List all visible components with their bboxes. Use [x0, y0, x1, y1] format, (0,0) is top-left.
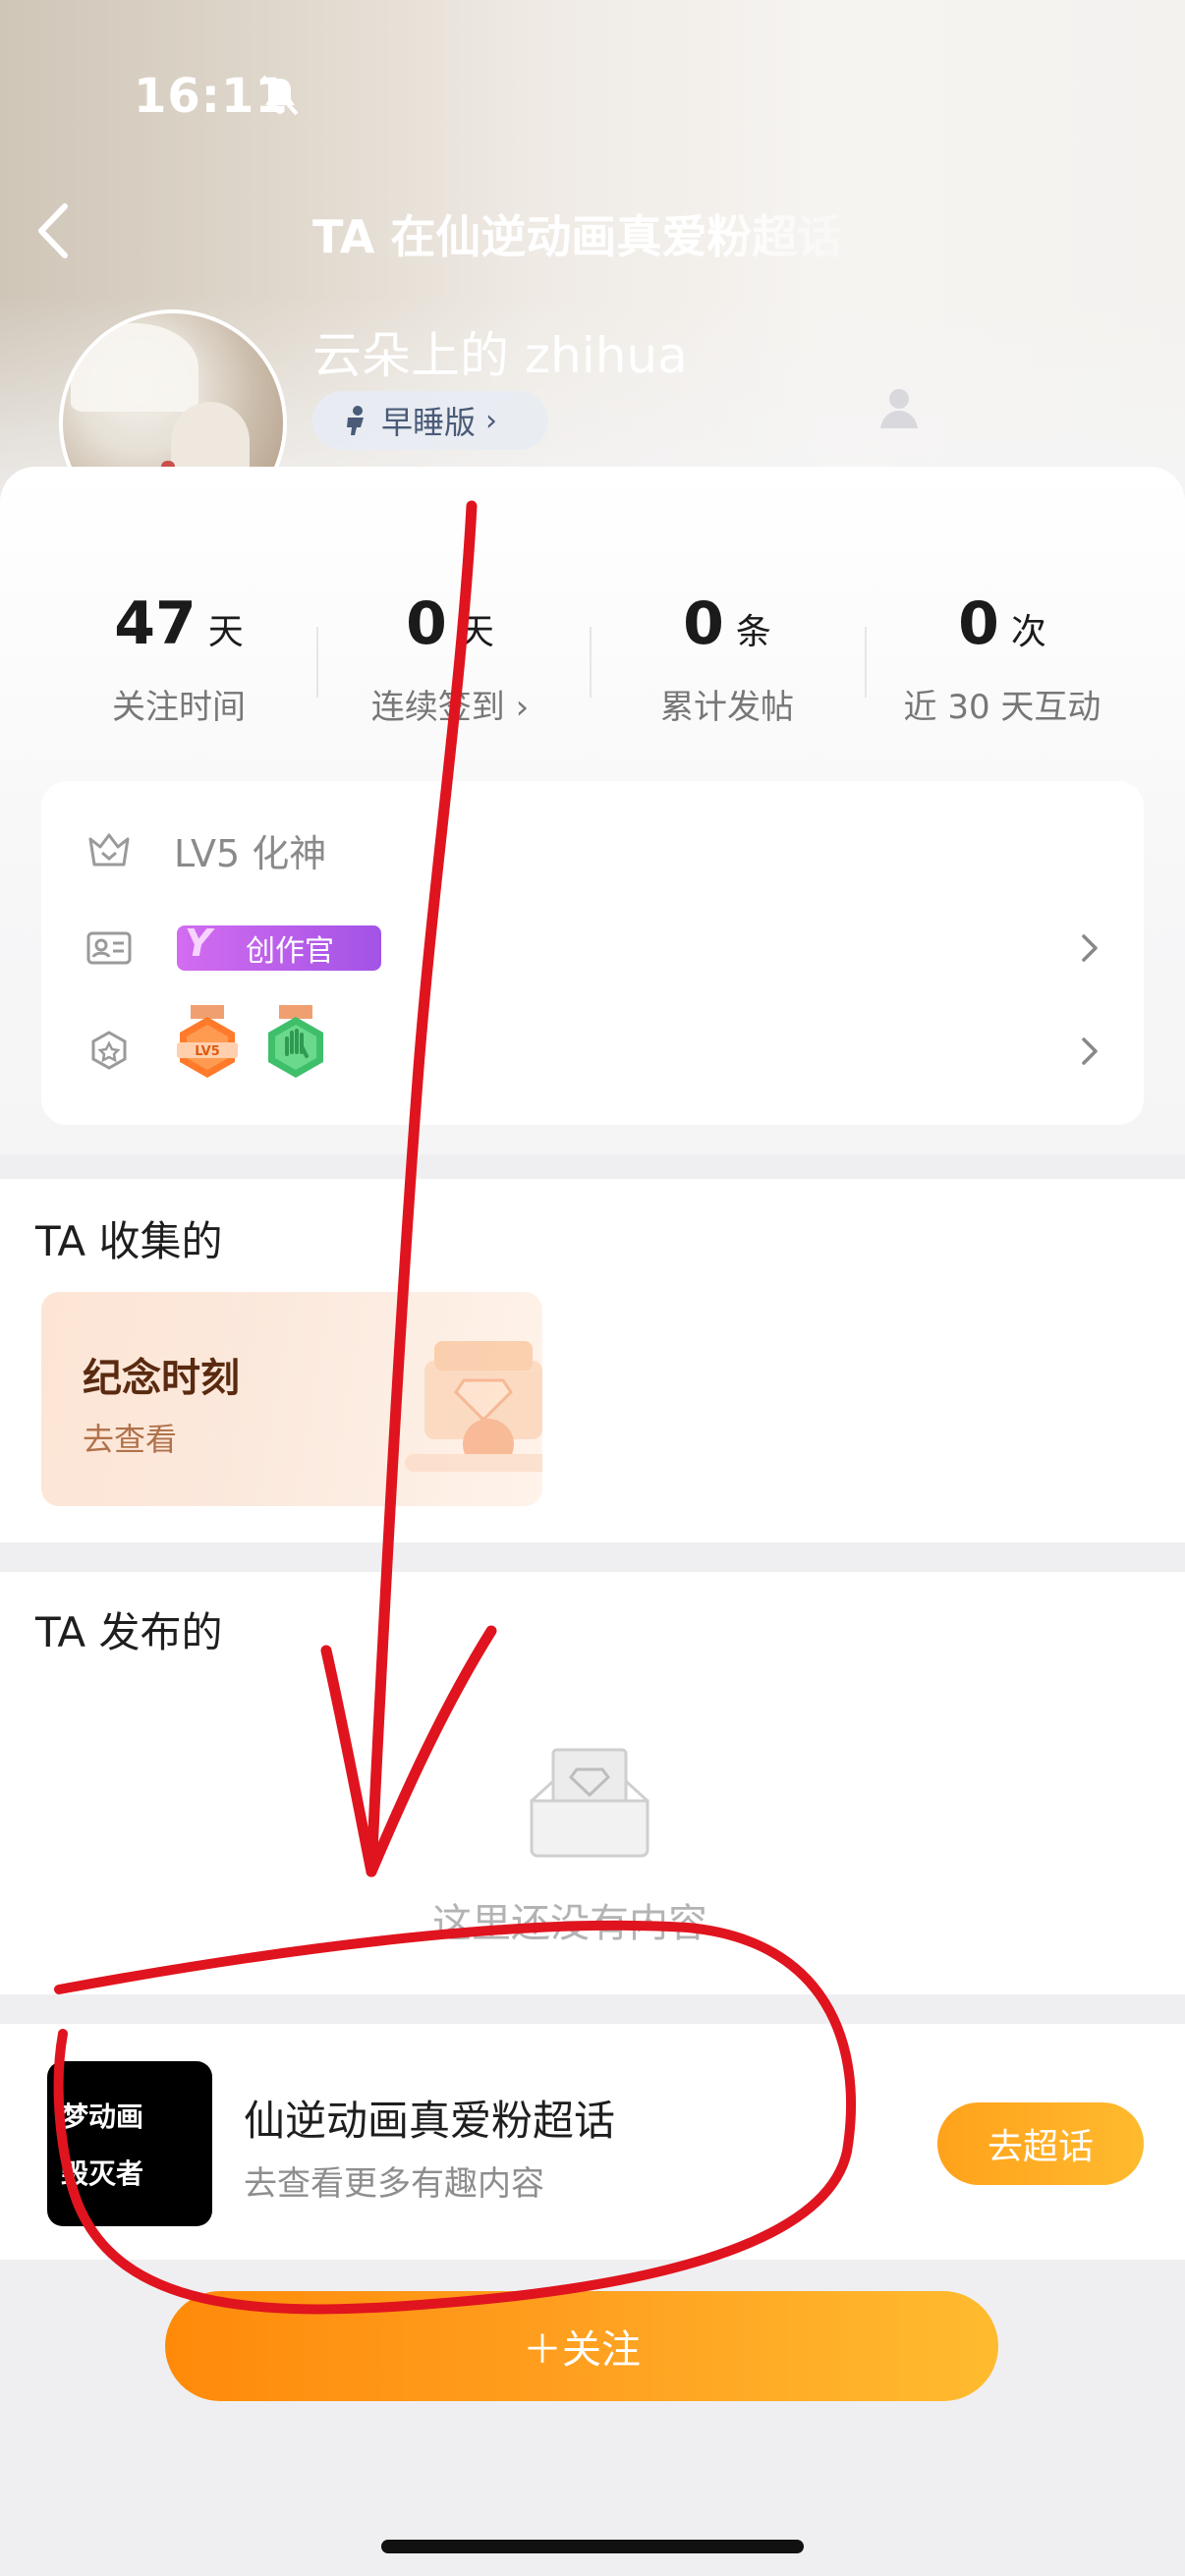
avatar-umbrella-art	[71, 323, 198, 412]
stat-label: 关注时间	[112, 688, 246, 727]
stat-value: 47	[114, 589, 197, 658]
gift-box-icon	[405, 1341, 542, 1472]
stat-checkin-streak[interactable]: 0天 连续签到 ›	[312, 589, 588, 728]
topic-thumbnail-line: 梦动画	[61, 2100, 144, 2133]
level-text: LV5 化神	[174, 831, 327, 875]
stat-unit: 条	[735, 612, 771, 652]
sleep-figure-icon	[347, 406, 364, 435]
topic-name: 仙逆动画真爱粉超话	[244, 2097, 616, 2145]
stat-value: 0	[406, 589, 447, 658]
bell-muted-icon	[261, 75, 299, 116]
stat-follow-days: 47 天 关注时间	[41, 589, 316, 728]
memorial-card[interactable]: 纪念时刻 去查看	[41, 1292, 542, 1506]
stat-label: 累计发帖	[660, 688, 794, 727]
home-indicator	[381, 2540, 804, 2553]
chevron-right-icon	[1082, 1037, 1098, 1065]
level-medal-icon: LV5	[177, 1005, 238, 1078]
go-topic-button[interactable]: 去超话	[937, 2102, 1144, 2185]
status-chip-label: 早睡版	[381, 404, 477, 441]
collected-title: TA 收集的	[35, 1217, 223, 1265]
empty-inbox-icon	[530, 1748, 649, 1858]
stat-label: 连续签到 ›	[370, 688, 530, 727]
crown-icon	[88, 833, 130, 867]
creator-badge-mark: Y	[185, 922, 212, 965]
chevron-right-icon	[1082, 934, 1098, 962]
topic-thumbnail-line: 毁灭者	[61, 2157, 144, 2190]
level-row: LV5 化神	[41, 811, 1144, 889]
status-chip[interactable]: 早睡版 ›	[312, 391, 548, 450]
super-topic-bar[interactable]: 梦动画 毁灭者 仙逆动画真爱粉超话 去查看更多有趣内容 去超话	[0, 2024, 1185, 2260]
hand-medal-icon	[268, 1005, 323, 1078]
stats-row: 47 天 关注时间 0天 连续签到 › 0条 累计发帖 0次 近 30 天互动	[0, 589, 1185, 737]
empty-state-text: 这里还没有内容	[432, 1901, 707, 1946]
stat-unit: 次	[1010, 612, 1046, 652]
stat-unit: 天	[458, 612, 494, 652]
memorial-card-title: 纪念时刻	[83, 1356, 240, 1401]
creator-badge-label: 创作官	[246, 934, 334, 969]
back-chevron-icon[interactable]	[29, 196, 79, 265]
stat-value: 0	[683, 589, 724, 658]
page-title: TA 在仙逆动画真爱粉超话	[312, 210, 843, 263]
person-icon[interactable]	[875, 383, 924, 432]
id-card-icon	[86, 931, 132, 965]
stat-label: 近 30 天互动	[903, 688, 1101, 727]
badge-icon	[91, 1031, 127, 1070]
topic-thumbnail: 梦动画 毁灭者	[47, 2061, 212, 2226]
stat-unit: 天	[207, 612, 244, 652]
stat-value: 0	[958, 589, 999, 658]
topic-subtitle: 去查看更多有趣内容	[244, 2164, 544, 2204]
level-medal-text: LV5	[195, 1044, 220, 1059]
chevron-right-icon: ›	[485, 403, 498, 438]
medals-row[interactable]: LV5	[41, 1005, 1144, 1095]
member-info-box: LV5 化神 Y 创作官 LV5	[41, 781, 1144, 1125]
follow-button[interactable]: ＋关注	[165, 2291, 998, 2401]
username: 云朵上的 zhihua	[312, 327, 688, 384]
creator-badge: Y 创作官	[177, 922, 381, 971]
stat-posts: 0条 累计发帖	[590, 589, 865, 728]
published-title: TA 发布的	[35, 1608, 223, 1656]
creator-row[interactable]: Y 创作官	[41, 909, 1144, 987]
stat-interactions: 0次 近 30 天互动	[865, 589, 1140, 728]
memorial-card-subtitle: 去查看	[83, 1421, 178, 1458]
